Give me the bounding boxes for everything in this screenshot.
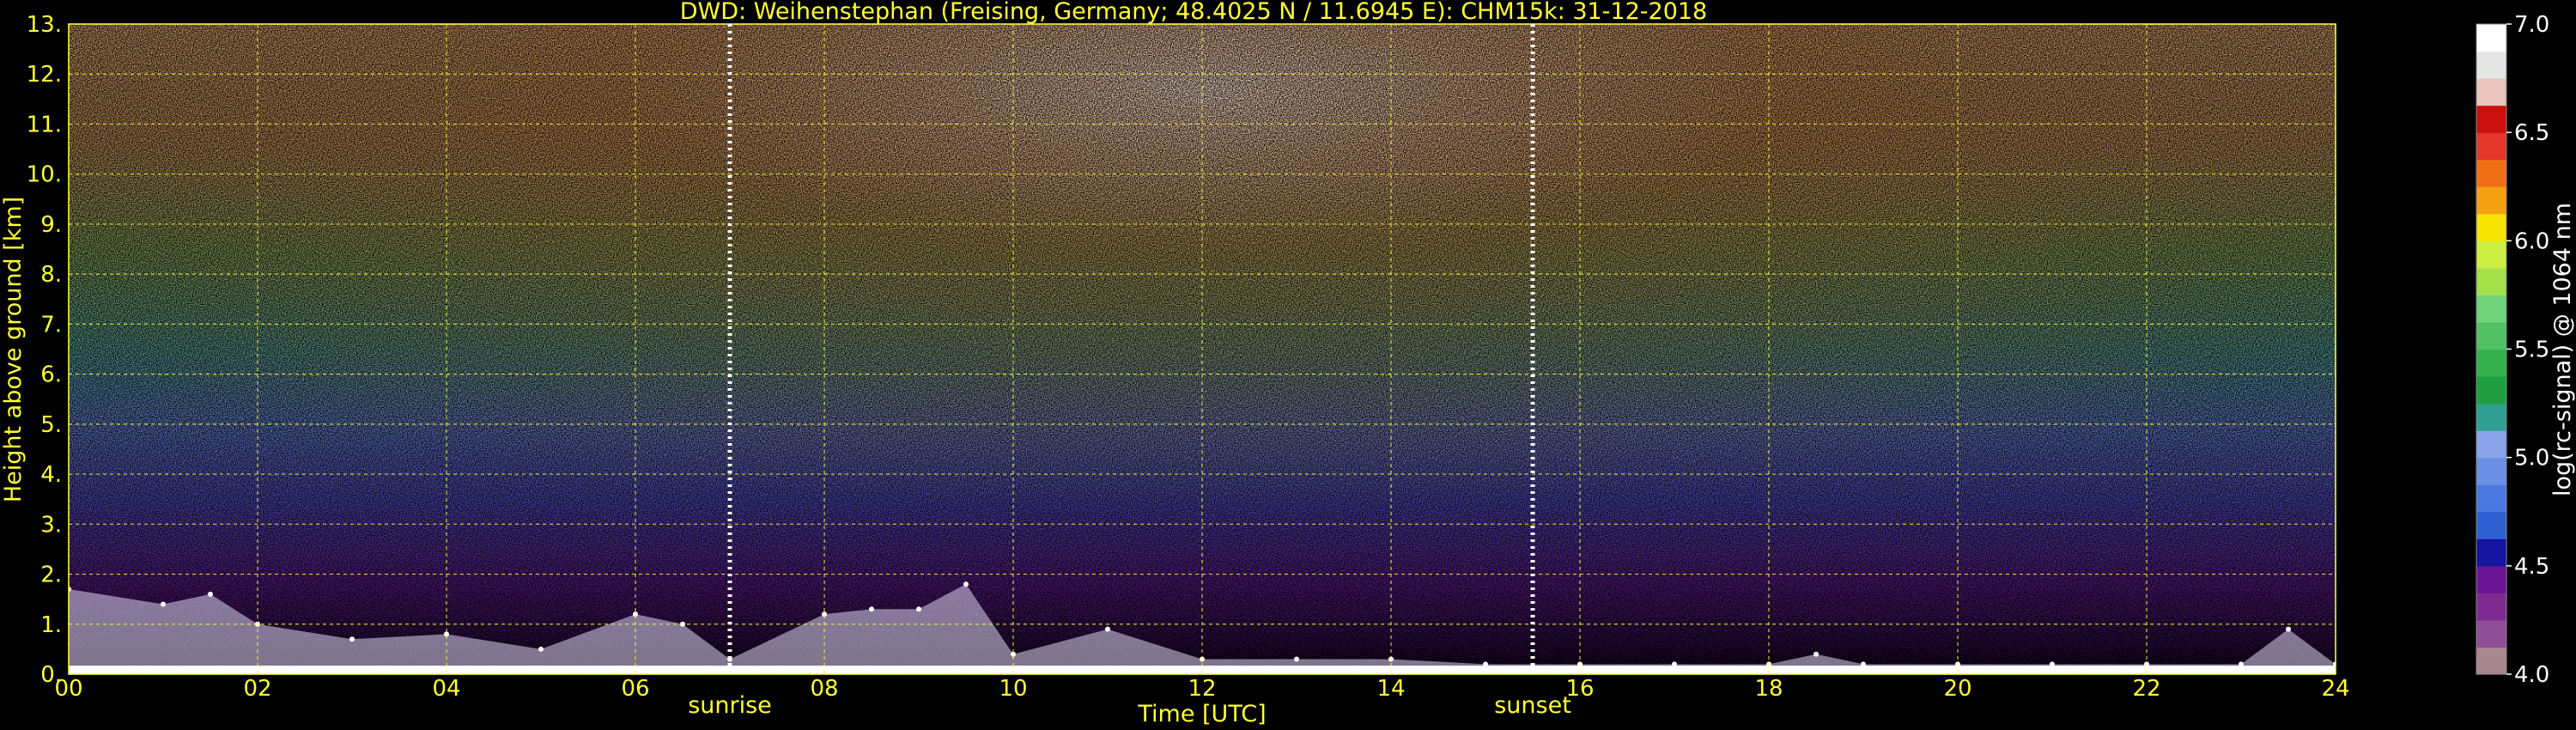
sun-marker-label: sunrise bbox=[688, 692, 772, 719]
y-tick-label: 8. bbox=[40, 262, 62, 288]
ceilometer-plot: sunrise sunset 0.1.2.3.4.5.6.7.8.9.10.11.… bbox=[0, 0, 2576, 727]
x-tick-label: 18 bbox=[1754, 676, 1783, 702]
y-tick-label: 7. bbox=[40, 312, 62, 338]
aerosol-layer-point bbox=[869, 606, 874, 612]
colorbar-tick-label: 6.5 bbox=[2514, 120, 2549, 146]
y-tick-label: 11. bbox=[27, 112, 62, 137]
x-tick-label: 00 bbox=[54, 676, 82, 702]
colorbar-segment bbox=[2476, 105, 2506, 133]
colorbar-segment bbox=[2476, 376, 2506, 405]
colorbar-segment bbox=[2476, 538, 2506, 567]
colorbar-segment bbox=[2476, 647, 2506, 675]
x-tick-label: 08 bbox=[810, 676, 838, 702]
x-tick-label: 14 bbox=[1376, 676, 1405, 702]
colorbar-tick-label: 6.0 bbox=[2514, 228, 2549, 254]
y-tick-label: 9. bbox=[40, 212, 62, 238]
colorbar-segment bbox=[2476, 51, 2506, 79]
x-tick-label: 10 bbox=[999, 676, 1027, 702]
colorbar-tick-labels: 4.0 4.5 5.0 5.5 6.0 6.5 7.0 bbox=[2506, 12, 2549, 688]
colorbar-segment bbox=[2476, 132, 2506, 161]
x-tick-label: 22 bbox=[2132, 676, 2160, 702]
colorbar-segment bbox=[2476, 565, 2506, 593]
colorbar-segment bbox=[2476, 295, 2506, 323]
y-tick-label: 4. bbox=[40, 462, 62, 488]
colorbar-label: log(rc-signal) @ 1064 nm bbox=[2549, 203, 2576, 496]
y-tick-label: 13. bbox=[27, 12, 62, 38]
y-axis-label: Height above ground [km] bbox=[0, 197, 27, 502]
y-tick-label: 6. bbox=[40, 362, 62, 388]
aerosol-layer-point bbox=[349, 636, 355, 642]
x-axis-label: Time [UTC] bbox=[1137, 701, 1266, 727]
aerosol-layer-point bbox=[916, 606, 921, 612]
x-tick-labels: 00 02 04 06 08 10 12 14 16 18 20 22 24 bbox=[54, 676, 2349, 702]
colorbar-tick-label: 5.5 bbox=[2514, 338, 2549, 363]
sun-marker-label: sunset bbox=[1494, 692, 1571, 719]
x-tick-label: 20 bbox=[1943, 676, 1971, 702]
x-tick-label: 04 bbox=[432, 676, 460, 702]
colorbar-segment bbox=[2476, 240, 2506, 269]
y-tick-label: 10. bbox=[27, 162, 62, 188]
colorbar-segment bbox=[2476, 267, 2506, 296]
y-tick-label: 12. bbox=[27, 62, 62, 88]
x-tick-label: 16 bbox=[1565, 676, 1594, 702]
y-tick-labels: 0.1.2.3.4.5.6.7.8.9.10.11.12.13. bbox=[27, 12, 62, 688]
colorbar-segment bbox=[2476, 619, 2506, 648]
colorbar-segment bbox=[2476, 403, 2506, 431]
colorbar-segment bbox=[2476, 186, 2506, 215]
colorbar-segment bbox=[2476, 430, 2506, 459]
y-tick-label: 2. bbox=[40, 563, 62, 588]
colorbar-tick-label: 5.0 bbox=[2514, 446, 2549, 471]
x-tick-label: 24 bbox=[2321, 676, 2349, 702]
colorbar-tick-label: 4.0 bbox=[2514, 662, 2549, 688]
aerosol-layer-point bbox=[1105, 626, 1110, 632]
colorbar-segment bbox=[2476, 321, 2506, 350]
aerosol-layer-point bbox=[1294, 656, 1299, 662]
y-tick-label: 3. bbox=[40, 512, 62, 538]
colorbar-segment bbox=[2476, 349, 2506, 377]
chart-title: DWD: Weihenstephan (Freising, Germany; 4… bbox=[680, 0, 1708, 25]
colorbar-segment bbox=[2476, 593, 2506, 621]
aerosol-layer-point bbox=[2286, 626, 2291, 632]
colorbar-tick-label: 4.5 bbox=[2514, 554, 2549, 580]
colorbar-segment bbox=[2476, 24, 2506, 52]
x-tick-label: 12 bbox=[1188, 676, 1216, 702]
y-tick-label: 5. bbox=[40, 412, 62, 438]
aerosol-layer-point bbox=[208, 591, 213, 597]
colorbar bbox=[2476, 24, 2506, 675]
colorbar-segment bbox=[2476, 213, 2506, 241]
colorbar-segment bbox=[2476, 457, 2506, 485]
colorbar-segment bbox=[2476, 484, 2506, 513]
y-tick-label: 1. bbox=[40, 612, 62, 638]
x-tick-label: 06 bbox=[621, 676, 649, 702]
x-tick-label: 02 bbox=[243, 676, 271, 702]
aerosol-layer-point bbox=[538, 646, 544, 652]
colorbar-segment bbox=[2476, 159, 2506, 187]
colorbar-segment bbox=[2476, 511, 2506, 539]
colorbar-segment bbox=[2476, 78, 2506, 106]
aerosol-layer-point bbox=[161, 601, 166, 607]
aerosol-layer-point bbox=[963, 581, 969, 587]
aerosol-layer-point bbox=[1814, 651, 1819, 657]
colorbar-tick-label: 7.0 bbox=[2514, 12, 2549, 38]
